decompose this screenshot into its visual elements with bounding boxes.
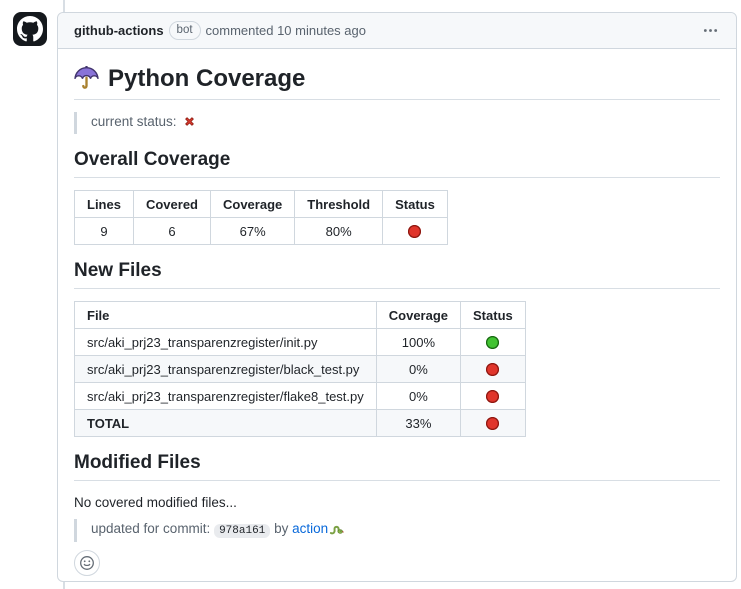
- status-dot-icon: [486, 363, 499, 376]
- timeline-line-bottom: [63, 582, 65, 589]
- file-name: src/aki_prj23_transparenzregister/init.p…: [75, 329, 377, 356]
- status-dot-icon: [408, 225, 421, 238]
- comment-card: github-actions bot commented 10 minutes …: [57, 12, 737, 582]
- current-status-quote: current status:: [74, 112, 720, 134]
- current-status-label: current status:: [91, 114, 177, 129]
- smiley-icon: [79, 555, 95, 571]
- coverage-value: 0%: [376, 383, 460, 410]
- status-dot-icon: [486, 417, 499, 430]
- overall-coverage-table: Lines Covered Coverage Threshold Status …: [74, 190, 448, 245]
- kebab-horizontal-icon: [703, 23, 718, 38]
- covered-value: 6: [133, 218, 210, 245]
- column-header: Threshold: [295, 191, 383, 218]
- table-row: src/aki_prj23_transparenzregister/init.p…: [75, 329, 526, 356]
- table-row: 9 6 67% 80%: [75, 218, 448, 245]
- column-header: Status: [461, 302, 526, 329]
- add-reaction-button[interactable]: [74, 550, 100, 576]
- threshold-value: 80%: [295, 218, 383, 245]
- column-header: File: [75, 302, 377, 329]
- modified-files-empty-text: No covered modified files...: [74, 493, 720, 513]
- new-files-heading: New Files: [74, 259, 720, 289]
- table-row-total: TOTAL 33%: [75, 410, 526, 437]
- overall-coverage-heading: Overall Coverage: [74, 148, 720, 178]
- coverage-value: 67%: [211, 218, 295, 245]
- new-files-table: File Coverage Status src/aki_prj23_trans…: [74, 301, 526, 437]
- report-title: Python Coverage: [74, 64, 720, 100]
- report-title-text: Python Coverage: [108, 64, 305, 93]
- issue-timeline: github-actions bot commented 10 minutes …: [0, 0, 741, 589]
- commit-info-quote: updated for commit: 978a161 by action: [74, 519, 720, 542]
- total-label: TOTAL: [75, 410, 377, 437]
- status-dot-icon: [486, 336, 499, 349]
- comment-author[interactable]: github-actions: [74, 23, 164, 38]
- coverage-value: 33%: [376, 410, 460, 437]
- column-header: Status: [383, 191, 448, 218]
- cross-mark-icon: [183, 114, 196, 134]
- commit-hash: 978a161: [214, 524, 270, 538]
- modified-files-heading: Modified Files: [74, 451, 720, 481]
- bot-badge: bot: [169, 21, 201, 40]
- table-row: src/aki_prj23_transparenzregister/flake8…: [75, 383, 526, 410]
- coverage-value: 100%: [376, 329, 460, 356]
- column-header: Covered: [133, 191, 210, 218]
- lines-value: 9: [75, 218, 134, 245]
- commit-info-prefix: updated for commit:: [91, 521, 210, 536]
- column-header: Coverage: [211, 191, 295, 218]
- avatar[interactable]: [13, 12, 47, 46]
- coverage-value: 0%: [376, 356, 460, 383]
- file-name: src/aki_prj23_transparenzregister/black_…: [75, 356, 377, 383]
- column-header: Coverage: [376, 302, 460, 329]
- comment-timestamp[interactable]: commented 10 minutes ago: [206, 23, 366, 38]
- commit-info-connector: by: [274, 521, 288, 536]
- action-link[interactable]: action: [292, 521, 328, 536]
- comment-body: Python Coverage current status: Overall …: [58, 49, 736, 582]
- status-dot-icon: [486, 390, 499, 403]
- table-header-row: Lines Covered Coverage Threshold Status: [75, 191, 448, 218]
- comment-options-button[interactable]: [701, 21, 720, 40]
- table-row: src/aki_prj23_transparenzregister/black_…: [75, 356, 526, 383]
- umbrella-icon: [74, 66, 99, 91]
- snake-icon: [329, 521, 344, 542]
- comment-header: github-actions bot commented 10 minutes …: [58, 13, 736, 49]
- column-header: Lines: [75, 191, 134, 218]
- file-name: src/aki_prj23_transparenzregister/flake8…: [75, 383, 377, 410]
- github-octocat-icon: [17, 16, 43, 42]
- table-header-row: File Coverage Status: [75, 302, 526, 329]
